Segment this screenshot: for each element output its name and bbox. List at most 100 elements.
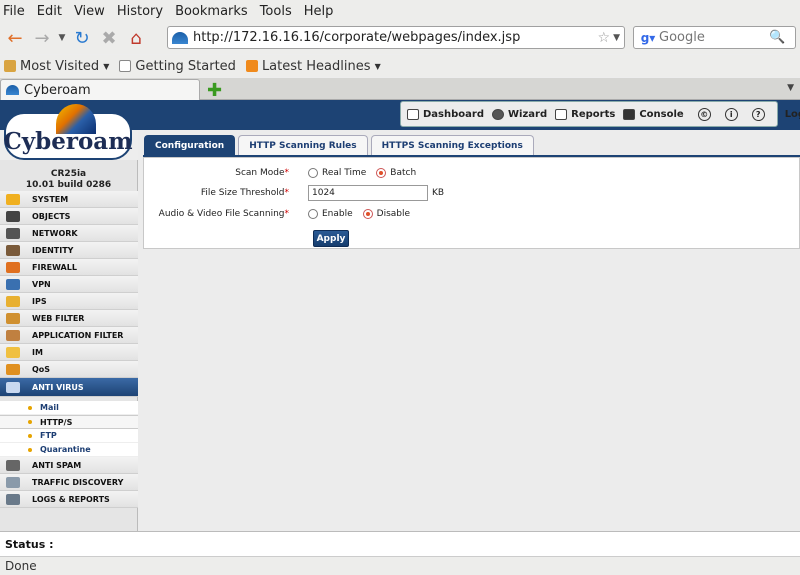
browser-status-bar: Done	[0, 556, 800, 575]
console-link[interactable]: Console	[623, 108, 684, 120]
system-icon	[6, 193, 20, 205]
bookmark-most-visited[interactable]: Most Visited ▼	[4, 59, 109, 74]
top-links: Dashboard Wizard Reports Console © i ? L…	[400, 101, 800, 127]
site-favicon-icon	[172, 31, 188, 44]
tab-configuration[interactable]: Configuration	[144, 135, 236, 156]
browser-tab-cyberoam[interactable]: Cyberoam	[0, 79, 200, 100]
wizard-link[interactable]: Wizard	[492, 108, 547, 120]
new-tab-icon[interactable]: ✚	[207, 80, 222, 101]
av-enable-radio[interactable]	[308, 209, 318, 219]
scan-mode-batch-radio[interactable]	[376, 168, 387, 178]
menu-history[interactable]: History	[117, 4, 163, 19]
sidebar-item-im[interactable]: IM	[0, 344, 138, 361]
sidebar-item-application-filter[interactable]: APPLICATION FILTER	[0, 327, 138, 344]
content-tabs: Configuration HTTP Scanning Rules HTTPS …	[144, 135, 537, 156]
sidebar-menu: SYSTEM OBJECTS NETWORK IDENTITY FIREWALL…	[0, 191, 138, 508]
bookmarks-folder-icon	[4, 60, 16, 72]
url-bar[interactable]: http://172.16.16.16/corporate/webpages/i…	[167, 26, 625, 49]
tab-https-scanning-exceptions[interactable]: HTTPS Scanning Exceptions	[370, 135, 534, 156]
reload-icon[interactable]: ↻	[70, 26, 94, 50]
help-icon: ?	[751, 107, 765, 121]
application-filter-icon	[6, 329, 20, 341]
firewall-icon	[6, 261, 20, 273]
browser-navbar: ← → ▼ ↻ ✖ ⌂ http://172.16.16.16/corporat…	[0, 22, 800, 54]
anti-virus-icon	[6, 381, 20, 393]
bookmark-latest-headlines[interactable]: Latest Headlines ▼	[245, 59, 381, 74]
sidebar-item-logs-reports[interactable]: LOGS & REPORTS	[0, 491, 138, 508]
tab-list-icon[interactable]: ▼	[787, 83, 794, 93]
dashboard-link[interactable]: Dashboard	[407, 108, 484, 120]
file-size-label: File Size Threshold*	[200, 188, 289, 198]
apply-button[interactable]: Apply	[313, 230, 349, 247]
sidebar-item-network[interactable]: NETWORK	[0, 225, 138, 242]
file-size-input[interactable]: 1024	[308, 185, 428, 201]
search-icon[interactable]: 🔍	[769, 30, 785, 45]
search-box[interactable]: g▾ 🔍	[633, 26, 796, 49]
rss-icon	[245, 60, 258, 72]
search-input[interactable]	[659, 30, 769, 45]
main-content: Configuration HTTP Scanning Rules HTTPS …	[138, 130, 800, 531]
tab-http-scanning-rules[interactable]: HTTP Scanning Rules	[238, 135, 368, 156]
bookmark-getting-started[interactable]: Getting Started	[119, 59, 236, 74]
objects-icon	[6, 210, 20, 222]
vpn-icon	[6, 278, 20, 290]
menu-help[interactable]: Help	[304, 4, 334, 19]
stop-icon[interactable]: ✖	[97, 26, 121, 50]
av-disable-label: Disable	[376, 209, 411, 219]
logs-reports-icon	[6, 493, 20, 505]
url-text[interactable]: http://172.16.16.16/corporate/webpages/i…	[193, 30, 598, 45]
forward-icon[interactable]: →	[30, 26, 54, 50]
im-icon	[6, 346, 20, 358]
search-engine-icon[interactable]: g▾	[637, 29, 659, 47]
device-info: CR25ia 10.01 build 0286	[0, 160, 137, 191]
device-model: CR25ia	[50, 169, 87, 179]
av-disable-radio[interactable]	[362, 209, 373, 219]
submenu-mail[interactable]: Mail	[0, 401, 138, 415]
info-icon-button[interactable]: i	[724, 107, 744, 121]
scan-mode-realtime-label: Real Time	[322, 168, 367, 178]
sidebar-item-qos[interactable]: QoS	[0, 361, 138, 378]
configuration-panel: Scan Mode* Real Time Batch File Size Thr…	[143, 157, 800, 249]
submenu-quarantine[interactable]: Quarantine	[0, 443, 138, 457]
bookmark-star-icon[interactable]: ☆	[598, 30, 611, 46]
av-scanning-label: Audio & Video File Scanning*	[158, 209, 289, 219]
submenu-ftp[interactable]: FTP	[0, 429, 138, 443]
page-icon	[119, 60, 132, 72]
dashboard-icon	[407, 108, 419, 120]
sidebar-item-firewall[interactable]: FIREWALL	[0, 259, 138, 276]
menu-view[interactable]: View	[74, 4, 105, 19]
home-icon[interactable]: ⌂	[124, 26, 148, 50]
help-icon-button[interactable]: ?	[751, 107, 771, 121]
submenu-https[interactable]: HTTP/S	[0, 415, 138, 429]
console-icon	[623, 108, 636, 120]
logout-link[interactable]: Logout →	[785, 108, 800, 121]
sidebar-item-traffic-discovery[interactable]: TRAFFIC DISCOVERY	[0, 474, 138, 491]
sidebar-item-system[interactable]: SYSTEM	[0, 191, 138, 208]
scan-mode-realtime-radio[interactable]	[308, 168, 318, 178]
sidebar-item-identity[interactable]: IDENTITY	[0, 242, 138, 259]
network-icon	[6, 227, 20, 239]
menu-bookmarks[interactable]: Bookmarks	[175, 4, 248, 19]
history-dropdown-icon[interactable]: ▼	[57, 26, 67, 50]
menu-file[interactable]: File	[3, 4, 25, 19]
bullet-icon	[28, 405, 32, 410]
wizard-icon	[492, 108, 504, 120]
sidebar-item-web-filter[interactable]: WEB FILTER	[0, 310, 138, 327]
menu-edit[interactable]: Edit	[37, 4, 62, 19]
ips-icon	[6, 295, 20, 307]
bullet-icon	[28, 433, 32, 438]
traffic-discovery-icon	[6, 476, 20, 488]
menu-tools[interactable]: Tools	[260, 4, 292, 19]
sidebar-item-objects[interactable]: OBJECTS	[0, 208, 138, 225]
browser-status-text: Done	[5, 559, 37, 573]
sidebar-item-anti-spam[interactable]: ANTI SPAM	[0, 457, 138, 474]
web-filter-icon	[6, 312, 20, 324]
sidebar-item-vpn[interactable]: VPN	[0, 276, 138, 293]
tab-favicon-icon	[6, 85, 19, 95]
reports-link[interactable]: Reports	[555, 108, 615, 120]
back-icon[interactable]: ←	[3, 26, 27, 50]
copyright-icon-button[interactable]: ©	[697, 107, 717, 121]
sidebar-item-anti-virus[interactable]: ANTI VIRUS	[0, 378, 138, 397]
url-dropdown-icon[interactable]: ▼	[613, 33, 620, 43]
sidebar-item-ips[interactable]: IPS	[0, 293, 138, 310]
